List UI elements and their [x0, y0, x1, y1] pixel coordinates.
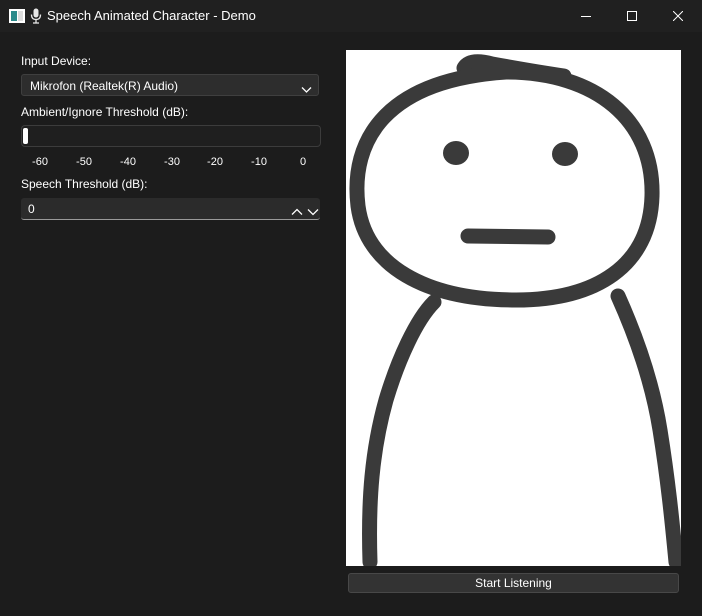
character-body-right — [610, 288, 681, 566]
window-icon — [9, 9, 25, 23]
character-mouth — [460, 228, 556, 245]
character-drawing — [349, 54, 681, 566]
minimize-button[interactable] — [563, 0, 609, 32]
microphone-icon — [30, 8, 42, 24]
input-device-select[interactable]: Mikrofon (Realtek(R) Audio) — [21, 74, 319, 96]
speech-threshold-label: Speech Threshold (dB): — [21, 177, 148, 191]
ambient-tick: -10 — [251, 156, 267, 168]
character-body-left — [362, 294, 442, 566]
ambient-tick: -40 — [120, 156, 136, 168]
ambient-tick: -50 — [76, 156, 92, 168]
title-bar[interactable]: Speech Animated Character - Demo — [0, 0, 702, 32]
input-device-value: Mikrofon (Realtek(R) Audio) — [30, 79, 179, 93]
speech-threshold-value: 0 — [28, 202, 35, 216]
start-listening-button[interactable]: Start Listening — [348, 573, 679, 593]
ambient-tick: -30 — [164, 156, 180, 168]
character-head — [349, 64, 660, 308]
app-window: Speech Animated Character - Demo Input D… — [0, 0, 702, 616]
ambient-threshold-label: Ambient/Ignore Threshold (dB): — [21, 105, 189, 119]
ambient-tick: -60 — [32, 156, 48, 168]
ambient-tick: 0 — [299, 156, 307, 168]
ambient-threshold-slider[interactable] — [21, 125, 321, 147]
minimize-icon — [581, 11, 591, 21]
close-button[interactable] — [655, 0, 701, 32]
start-listening-label: Start Listening — [475, 576, 552, 590]
chevron-down-icon[interactable] — [307, 204, 319, 216]
maximize-icon — [627, 11, 637, 21]
chevron-up-icon[interactable] — [291, 204, 303, 215]
speech-threshold-spinbox[interactable]: 0 — [21, 198, 320, 220]
maximize-button[interactable] — [609, 0, 655, 32]
window-title: Speech Animated Character - Demo — [47, 8, 256, 23]
character-canvas — [346, 50, 681, 566]
chevron-down-icon — [301, 81, 312, 99]
character-right-eye — [552, 142, 578, 166]
input-device-label: Input Device: — [21, 54, 92, 68]
ambient-tick: -20 — [207, 156, 223, 168]
character-left-eye — [443, 141, 469, 165]
ambient-threshold-handle[interactable] — [23, 128, 28, 144]
close-icon — [673, 11, 683, 21]
